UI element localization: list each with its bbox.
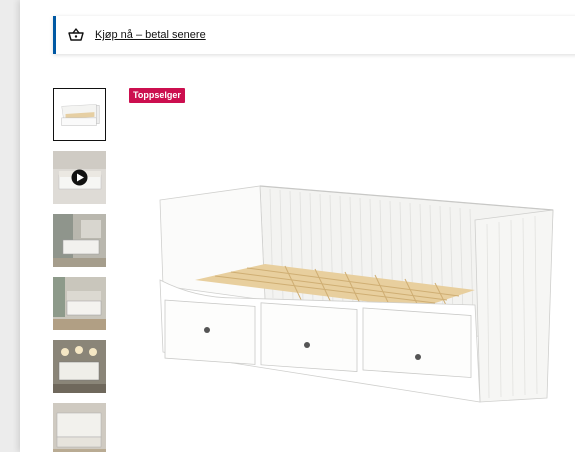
- thumbnail-room-scene-1[interactable]: [53, 214, 106, 267]
- top-seller-badge: Toppselger: [129, 88, 185, 103]
- thumbnail-daybed-front[interactable]: [53, 88, 106, 141]
- buy-now-pay-later-banner: Kjøp nå – betal senere: [53, 16, 575, 54]
- thumbnail-room-scene-2[interactable]: [53, 277, 106, 330]
- thumbnail-video[interactable]: [53, 151, 106, 204]
- page: Kjøp nå – betal senere Toppselger: [20, 0, 575, 452]
- thumbnail-detail[interactable]: [53, 403, 106, 452]
- thumbnail-room-scene-3[interactable]: [53, 340, 106, 393]
- basket-icon: [68, 27, 84, 43]
- buy-now-pay-later-link[interactable]: Kjøp nå – betal senere: [95, 29, 206, 41]
- product-main-image[interactable]: [135, 180, 555, 410]
